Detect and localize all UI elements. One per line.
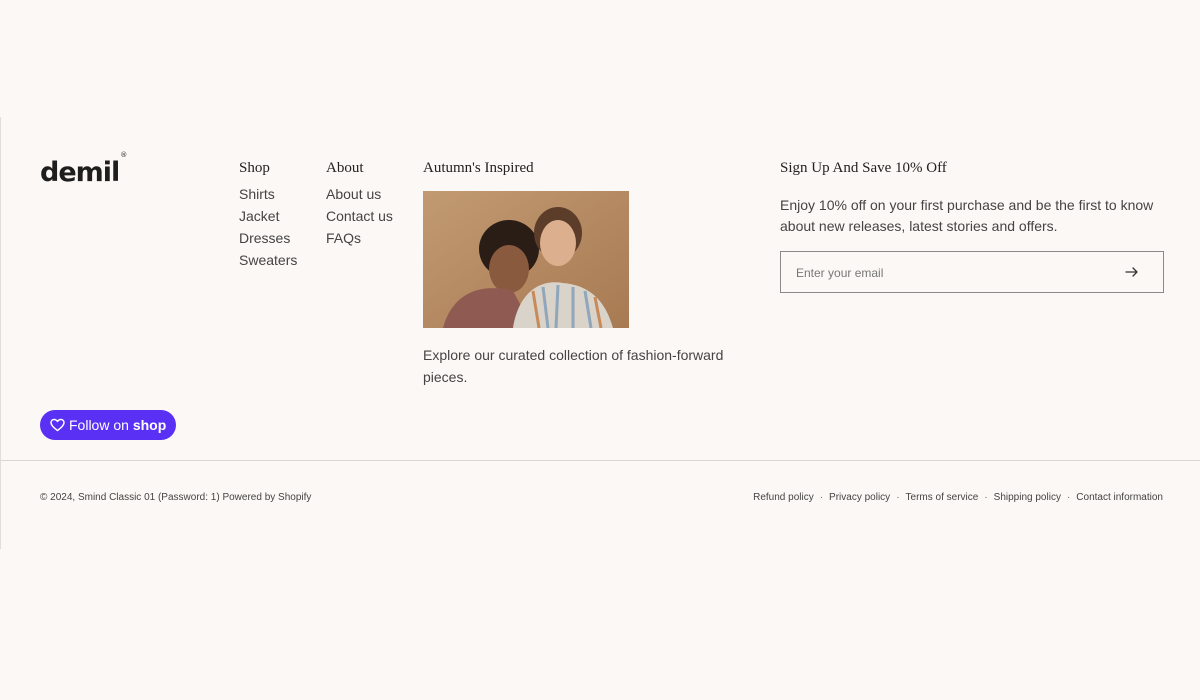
- follow-label: Follow on: [69, 417, 129, 433]
- separator-dot: ·: [984, 492, 988, 503]
- copyright-text: © 2024, Smind Classic 01 (Password: 1) P…: [40, 492, 312, 503]
- feature-heading: Autumn's Inspired: [423, 160, 534, 176]
- nav-link-contact-us[interactable]: Contact us: [326, 205, 393, 227]
- shipping-policy-link[interactable]: Shipping policy: [994, 492, 1061, 503]
- heart-icon: [50, 418, 65, 432]
- arrow-right-icon: [1125, 267, 1138, 277]
- signup-description: Enjoy 10% off on your first purchase and…: [780, 197, 1154, 234]
- nav-link-sweaters[interactable]: Sweaters: [239, 249, 297, 271]
- feature-block: Autumn's Inspired Explore our curated co…: [423, 159, 753, 388]
- nav-heading-about: About: [326, 160, 364, 176]
- terms-of-service-link[interactable]: Terms of service: [906, 492, 979, 503]
- shop-wordmark: shop: [132, 417, 167, 433]
- nav-link-faqs[interactable]: FAQs: [326, 227, 393, 249]
- policy-links: Refund policy · Privacy policy · Terms o…: [753, 492, 1163, 503]
- nav-link-about-us[interactable]: About us: [326, 183, 393, 205]
- contact-information-link[interactable]: Contact information: [1076, 492, 1163, 503]
- separator-dot: ·: [896, 492, 900, 503]
- nav-column-about: About About us Contact us FAQs: [326, 159, 393, 249]
- nav-link-dresses[interactable]: Dresses: [239, 227, 297, 249]
- nav-column-shop: Shop Shirts Jacket Dresses Sweaters: [239, 159, 297, 271]
- newsletter-signup: Sign Up And Save 10% Off Enjoy 10% off o…: [780, 159, 1164, 294]
- site-footer: demil® Shop Shirts Jacket Dresses Sweate…: [0, 117, 1200, 549]
- email-input[interactable]: [794, 252, 1118, 294]
- footer-divider: [1, 460, 1200, 461]
- brand-logo[interactable]: demil®: [40, 152, 127, 187]
- email-form: [780, 251, 1164, 294]
- privacy-policy-link[interactable]: Privacy policy: [829, 492, 890, 503]
- feature-photo-illustration: [423, 191, 629, 328]
- separator-dot: ·: [819, 492, 824, 503]
- feature-description: Explore our curated collection of fashio…: [423, 347, 724, 385]
- nav-heading-shop: Shop: [239, 160, 270, 176]
- signup-heading: Sign Up And Save 10% Off: [780, 160, 947, 176]
- refund-policy-link[interactable]: Refund policy: [753, 492, 814, 503]
- feature-image[interactable]: [423, 191, 629, 328]
- follow-on-shop-button[interactable]: Follow on shop: [40, 410, 176, 440]
- nav-link-shirts[interactable]: Shirts: [239, 183, 297, 205]
- registered-mark: ®: [120, 151, 127, 159]
- nav-link-jacket[interactable]: Jacket: [239, 205, 297, 227]
- separator-dot: ·: [1066, 492, 1071, 503]
- subscribe-submit-button[interactable]: [1123, 263, 1141, 281]
